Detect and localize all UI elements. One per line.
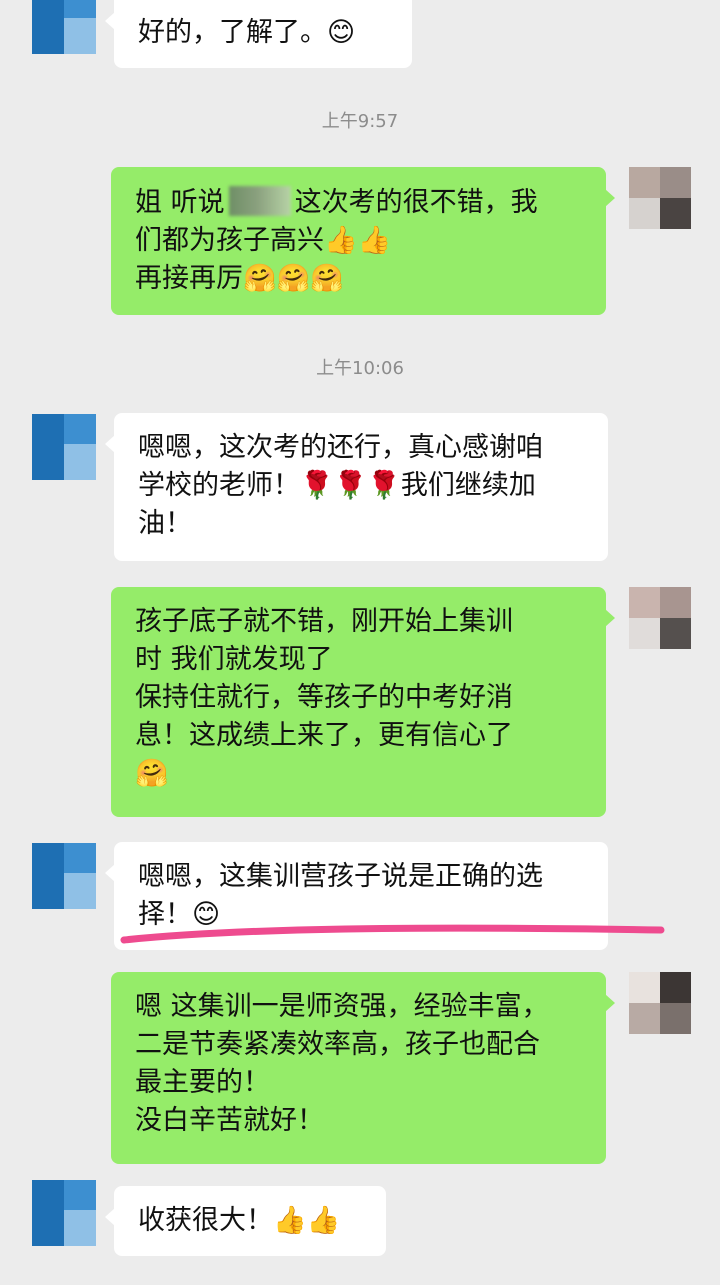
contact-avatar[interactable] [32, 1180, 96, 1246]
message-text-line: 再接再厉🤗🤗🤗 [135, 263, 344, 294]
my-avatar[interactable] [629, 587, 691, 649]
message-bubble-outgoing[interactable]: 嗯 这集训一是师资强，经验丰富， 二是节奏紧凑效率高，孩子也配合 最主要的！ 没… [111, 972, 615, 1164]
message-text-line: 息！这成绩上来了，更有信心了 [135, 720, 513, 751]
message-text-line: 时 我们就发现了 [135, 644, 333, 675]
message-bubble-incoming[interactable]: 嗯嗯，这次考的还行，真心感谢咱 学校的老师！🌹🌹🌹我们继续加 油！ [105, 413, 608, 561]
message-bubble-incoming[interactable]: 好的，了解了。😊 [105, 0, 412, 68]
message-text: 好的，了解了。😊 [138, 17, 356, 48]
message-text-line: 嗯嗯，这集训营孩子说是正确的选 [138, 861, 543, 892]
message-text-line: 保持住就行，等孩子的中考好消 [135, 682, 513, 713]
message-text-line: 们都为孩子高兴👍👍 [135, 225, 392, 256]
my-avatar[interactable] [629, 972, 691, 1034]
message-text-line: 学校的老师！🌹🌹🌹我们继续加 [138, 470, 536, 501]
message-text-line: 收获很大！👍👍 [138, 1205, 341, 1236]
message-text-line: 孩子底子就不错，刚开始上集训 [135, 606, 513, 637]
message-text-line: 油！ [138, 508, 192, 539]
message-text-line: 姐 听说 这次考的很不错，我 [135, 186, 538, 218]
contact-avatar[interactable] [32, 843, 96, 909]
timestamp: 上午9:57 [321, 111, 399, 132]
blurred-name [228, 186, 291, 216]
highlight-underline [120, 924, 665, 944]
timestamp: 上午10:06 [316, 358, 404, 379]
message-text-line: 二是节奏紧凑效率高，孩子也配合 [135, 1029, 540, 1060]
message-bubble-incoming[interactable]: 收获很大！👍👍 [105, 1186, 386, 1256]
contact-avatar[interactable] [32, 414, 96, 480]
message-text-line: 嗯 这集训一是师资强，经验丰富， [135, 991, 549, 1022]
message-bubble-outgoing[interactable]: 孩子底子就不错，刚开始上集训 时 我们就发现了 保持住就行，等孩子的中考好消 息… [111, 587, 615, 817]
contact-avatar[interactable] [32, 0, 96, 54]
my-avatar[interactable] [629, 167, 691, 229]
message-bubble-outgoing[interactable]: 姐 听说 这次考的很不错，我 们都为孩子高兴👍👍 再接再厉🤗🤗🤗 [111, 167, 615, 315]
message-text-line: 🤗 [135, 758, 169, 789]
message-text-line: 没白辛苦就好！ [135, 1105, 324, 1136]
message-text-line: 最主要的！ [135, 1067, 270, 1098]
message-text-line: 嗯嗯，这次考的还行，真心感谢咱 [138, 432, 543, 463]
